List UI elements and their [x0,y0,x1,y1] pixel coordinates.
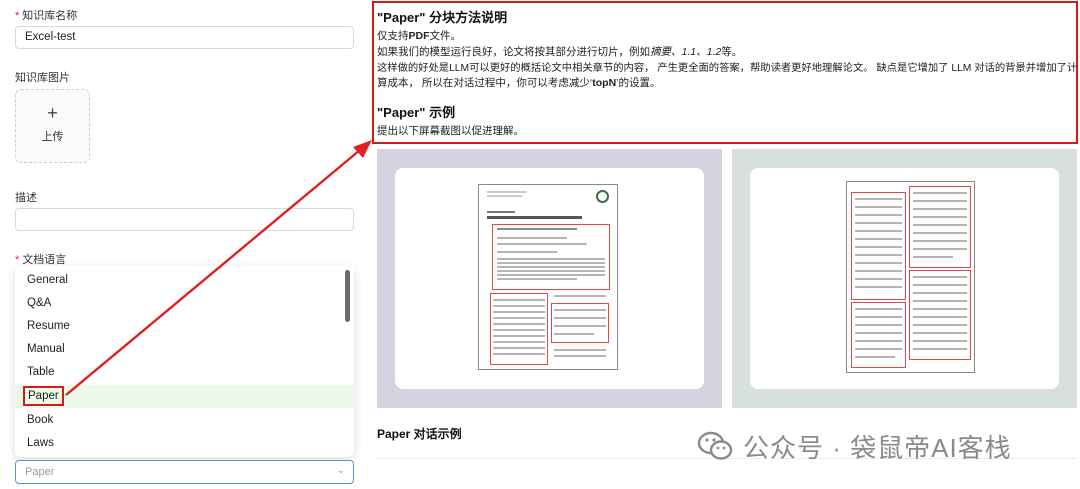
doc-line-1: 仅支持PDF文件。 [377,30,461,42]
option-paper-label: Paper [23,386,64,406]
doc-language-label: * 文档语言 [15,254,67,266]
option-laws[interactable]: Laws [15,432,354,455]
option-table[interactable]: Table [15,361,354,384]
paper-page-thumbnail-2 [846,181,975,373]
paper-chat-example-title: Paper 对话示例 [377,427,462,441]
chunk-method-dropdown[interactable]: General Q&A Resume Manual Table Paper Bo… [15,266,354,457]
dropdown-scrollbar[interactable] [345,270,350,322]
chevron-down-icon: ⌄ [336,465,345,476]
kb-image-label: 知识库图片 [15,72,70,84]
required-mark: * [15,10,20,22]
chunk-method-select[interactable]: Paper ⌄ [15,460,354,484]
paper-example-heading: "Paper" 示例 [377,105,456,120]
watermark: 公众号 · 袋鼠帝AI客栈 [697,428,1012,464]
kb-name-value: Excel-test [25,31,76,43]
upload-label: 上传 [41,131,64,143]
example-image-1 [377,149,722,408]
paper-page-thumbnail [478,184,618,370]
option-general[interactable]: General [15,269,354,292]
doc-line-4: 算成本， 所以在对话过程中，你可以考虑减少‘topN’的设置。 [377,77,661,89]
option-paper[interactable]: Paper [15,385,354,408]
option-book[interactable]: Book [15,409,354,432]
doc-line-3: 这样做的好处是LLM可以更好的概括论文中相关章节的内容， 产生更全面的答案，帮助… [377,63,1078,74]
option-qa[interactable]: Q&A [15,292,354,315]
doc-line-2: 如果我们的模型运行良好，论文将按其部分进行切片，例如摘要、1.1、1.2等。 [377,46,743,58]
description-input[interactable] [15,208,354,231]
screen: * 知识库名称 Excel-test 知识库图片 + 上传 描述 * 文档语言 Ge… [0,0,1080,489]
paper-method-heading: "Paper" 分块方法说明 [377,10,508,25]
option-resume[interactable]: Resume [15,315,354,338]
journal-logo-icon [596,190,609,203]
wechat-icon [697,431,733,460]
example-card-1 [395,168,704,389]
doc-line-5: 提出以下屏幕截图以促进理解。 [377,125,524,137]
select-value: Paper [25,466,55,478]
description-label: 描述 [15,192,37,204]
kb-name-input[interactable]: Excel-test [15,26,354,49]
upload-button[interactable]: + 上传 [15,89,90,163]
kb-name-label: * 知识库名称 [15,10,78,22]
option-manual[interactable]: Manual [15,338,354,361]
watermark-text: 公众号 · 袋鼠帝AI客栈 [743,432,1012,463]
example-image-2 [732,149,1077,408]
plus-icon: + [47,103,58,123]
example-card-2 [750,168,1059,389]
